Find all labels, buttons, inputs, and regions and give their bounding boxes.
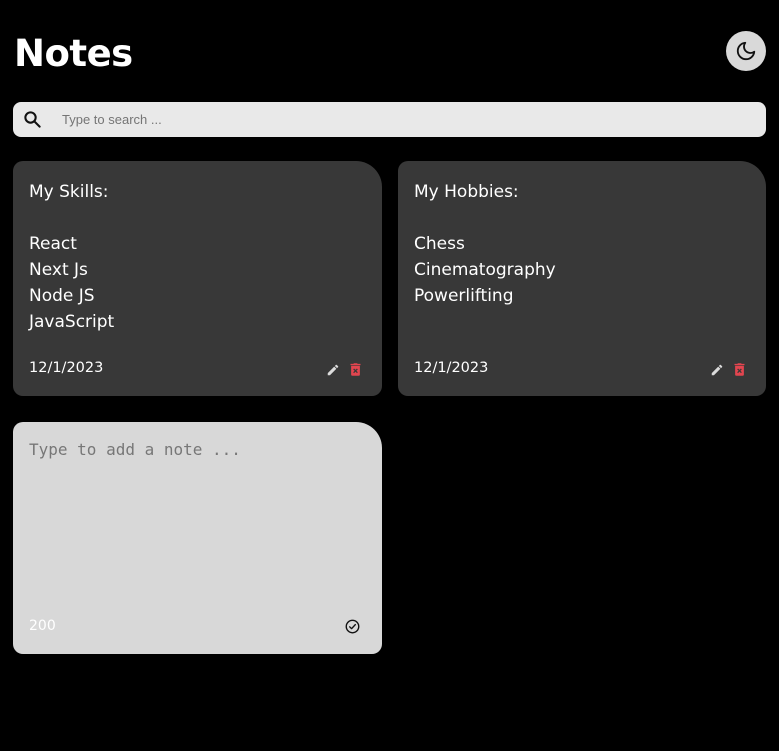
note-actions [326,361,363,378]
new-note-card: 200 [13,422,382,654]
moon-icon [735,40,757,62]
note-date: 12/1/2023 [414,360,489,376]
note-card: My Skills: React Next Js Node JS JavaScr… [13,161,382,396]
pencil-icon[interactable] [710,363,724,377]
search-bar [13,102,766,137]
remaining-chars-count: 200 [29,618,56,634]
search-input[interactable] [60,111,744,128]
new-note-textarea[interactable] [29,438,359,588]
pencil-icon[interactable] [326,363,340,377]
theme-toggle-button[interactable] [726,31,766,71]
note-actions [710,361,747,378]
trash-icon[interactable] [348,361,363,378]
trash-icon[interactable] [732,361,747,378]
notes-app: Notes My Skills: React Next Js Node JS J… [0,0,779,751]
page-title: Notes [14,32,133,75]
note-card: My Hobbies: Chess Cinematography Powerli… [398,161,766,396]
note-text: My Skills: React Next Js Node JS JavaScr… [29,182,115,332]
note-date: 12/1/2023 [29,360,104,376]
search-icon [22,110,42,130]
note-text: My Hobbies: Chess Cinematography Powerli… [414,182,556,306]
check-circle-icon[interactable] [345,619,360,634]
